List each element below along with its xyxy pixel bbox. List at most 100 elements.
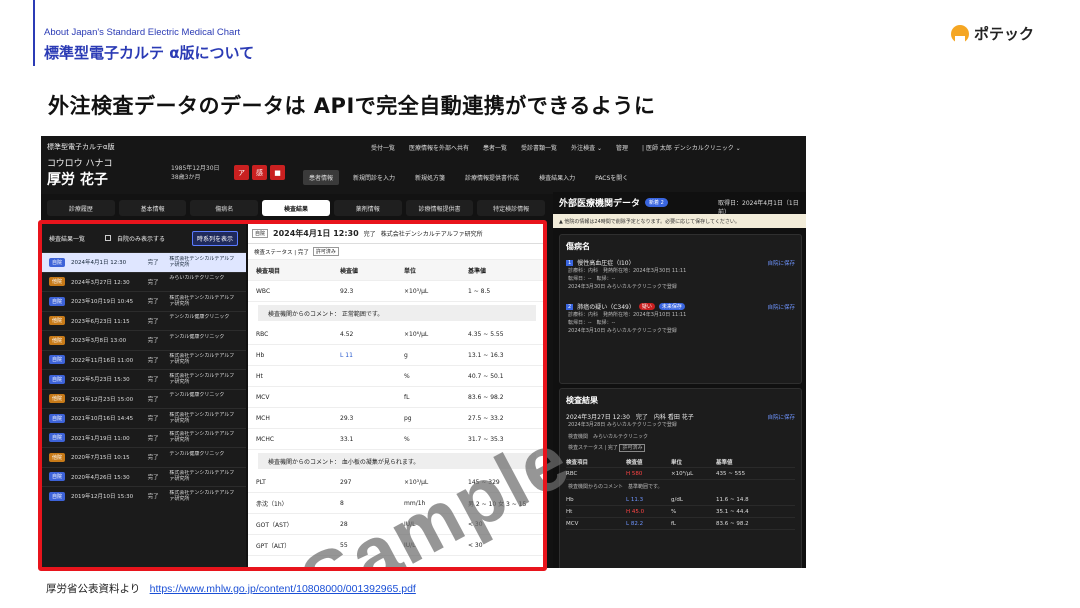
cell-unit: ×10⁶/μL (671, 470, 694, 477)
external-results-title: 検査結果 (566, 396, 598, 405)
cell-unit: % (671, 508, 677, 515)
external-warning: ▲ 他院の情報は24時間で削除予定となります。必要に応じて保存してください。 (553, 214, 806, 228)
dx-detail: 2024年3月30日 みらいカルテクリニックで登録 (568, 284, 677, 290)
cell-ref: 83.6 ~ 98.2 (716, 520, 749, 527)
tab-item[interactable]: 基本情報 (118, 200, 187, 216)
external-results-card: 検査結果 2024年3月27日 12:30 完了 内科 看田 花子 自院に保存 … (559, 388, 802, 568)
external-title-text: 外部医療機関データ (559, 199, 641, 209)
external-data-pane: 外部医療機関データ 新着 2 取得日：2024年4月1日（1日前） ▲ 他院の情… (553, 192, 806, 568)
cell-item: Ht (566, 508, 573, 515)
external-comment: 検査機関からのコメント 基準範囲です。 (568, 484, 663, 490)
accent-bar (33, 0, 35, 66)
dx-detail: 診療科：内科 発熱所在地：2024年3月30日 11:11 (568, 268, 687, 274)
patient-kana: コウロウ ハナコ (47, 159, 113, 169)
diagnosis-title: 傷病名 (566, 242, 590, 251)
subnav-item[interactable]: 診療情報提供書作成 (459, 170, 525, 185)
dx-number: 2 (566, 303, 574, 310)
external-result-chip: 許可済み (619, 444, 646, 452)
topnav-item[interactable]: 外注検査 ⌄ (571, 143, 602, 152)
external-result-date: 2024年3月27日 12:30 完了 内科 看田 花子 (566, 414, 694, 421)
footer-source: 厚労省公表資料より https://www.mhlw.go.jp/content… (46, 581, 416, 596)
cell-value: H 45.0 (626, 509, 671, 515)
diagnosis-row: 2 肺癌の疑い（C349） 疑い 未来保存 自院に保存 (566, 302, 795, 311)
slide-subtitle-jp: 標準型電子カルテ α版について (44, 44, 255, 62)
subnav-item[interactable]: 新規問診を入力 (347, 170, 401, 185)
cell-value: H 580 (626, 471, 671, 477)
dx-name: 慢性高血圧症（I10） (577, 260, 635, 267)
cell-ref: 435 ~ 555 (716, 470, 746, 477)
external-col-header: 検査値 (626, 459, 643, 466)
cell-item: RBC (566, 470, 578, 477)
cell-flag: H (626, 470, 631, 477)
patient-dob: 1985年12月30日 38歳3か月 (171, 165, 220, 181)
cell-item: Hb (566, 496, 574, 503)
cell-item: MCV (566, 520, 579, 527)
patient-tabs: 診療履歴 基本情報 傷病名 検査結果 薬剤情報 診療情報提供書 特定検診情報 (41, 198, 551, 218)
cell-ref: 11.6 ~ 14.8 (716, 496, 749, 503)
external-table-row: Ht H 45.0% 35.1 ~ 44.4 (566, 506, 795, 518)
dx-save-button[interactable]: 自院に保存 (767, 259, 795, 267)
topnav-item[interactable]: 医療情報を外部へ共有 (409, 143, 469, 152)
footer-link[interactable]: https://www.mhlw.go.jp/content/10808000/… (150, 583, 416, 595)
subnav-item[interactable]: PACSを開く (589, 170, 634, 185)
tab-item[interactable]: 薬剤情報 (333, 200, 402, 216)
topnav-item[interactable]: 患者一覧 (483, 143, 507, 152)
subnav-item[interactable]: 患者情報 (303, 170, 340, 185)
dx-detail: 転帰日：-- 転帰：-- (568, 320, 616, 326)
external-rows-2: Hb L 11.3 g/dL 11.6 ~ 14.8 Ht H 45.0% 35.1 ~ 4… (566, 494, 795, 530)
external-rows-1: RBC H 580 ×10⁶/μL 435 ~ 555 (566, 468, 795, 480)
tab-item[interactable]: 検査結果 (262, 200, 330, 216)
dx-pill: 疑い (638, 303, 655, 310)
subnav-item[interactable]: 新規処方箋 (409, 170, 451, 185)
cell-value: L 82.2 (626, 521, 671, 527)
patient-flag: ■ (270, 165, 285, 180)
footer-label: 厚労省公表資料より (46, 583, 141, 595)
external-result-status-row: 検査ステータス | 完了 許可済み (568, 444, 795, 452)
topnav-item[interactable]: 受付一覧 (371, 143, 395, 152)
slide-subtitle-en: About Japan's Standard Electric Medical … (44, 27, 241, 38)
top-navigation: 受付一覧 医療情報を外部へ共有 患者一覧 受診書類一覧 外注検査 ⌄ 管理 | 医師 太郎 … (371, 143, 741, 152)
external-col-header: 検査項目 (566, 459, 589, 466)
patient-flags: ア感 ■ (234, 165, 285, 180)
patient-flag: ア (234, 165, 249, 180)
external-result-org: 検査機関 みらいカルテクリニック (568, 434, 649, 440)
slide-headline: 外注検査データのデータは APIで完全自動連携ができるように (48, 94, 656, 118)
potech-logo: ポテック (951, 23, 1034, 44)
external-table-header: 検査項目 検査値 単位 基準値 (566, 456, 795, 468)
cell-value: L 11.3 (626, 497, 671, 503)
topnav-item[interactable]: 管理 (616, 143, 628, 152)
highlight-box (38, 220, 547, 571)
patient-name: 厚労 花子 (47, 172, 108, 188)
patient-flag: 感 (252, 165, 267, 180)
diagnosis-card: 傷病名 1 慢性高血圧症（I10） 自院に保存 診療科：内科 発熱所在地：2024年3… (559, 234, 802, 384)
tab-item[interactable]: 診療情報提供書 (405, 200, 474, 216)
logo-text: ポテック (974, 25, 1035, 43)
dx-save-button[interactable]: 自院に保存 (767, 303, 795, 311)
app-name: 標準型電子カルテα版 (47, 143, 115, 151)
slide: About Japan's Standard Electric Medical … (0, 0, 1080, 608)
cell-number: 580 (631, 470, 643, 477)
external-table-row: RBC H 580 ×10⁶/μL 435 ~ 555 (566, 468, 795, 480)
dx-number: 1 (566, 259, 574, 266)
tab-item[interactable]: 特定検診情報 (477, 200, 546, 216)
new-badge: 新着 2 (645, 198, 668, 207)
dx-name: 肺癌の疑い（C349） (577, 304, 635, 311)
tab-item[interactable]: 傷病名 (190, 200, 259, 216)
external-col-header: 基準値 (716, 459, 733, 466)
topnav-item[interactable]: | 医師 太郎 デンシカルクリニック ⌄ (642, 143, 741, 152)
app-topbar: 標準型電子カルテα版 コウロウ ハナコ 厚労 花子 1985年12月30日 38… (41, 136, 806, 194)
dx-pill: 未来保存 (658, 303, 685, 310)
tab-item[interactable]: 診療履歴 (47, 200, 115, 216)
cell-unit: g/dL (671, 496, 683, 503)
cell-flag: H (626, 508, 631, 515)
dx-detail: 転帰日：-- 転帰：-- (568, 276, 616, 282)
external-table-row: MCV L 82.2 fL 83.6 ~ 98.2 (566, 518, 795, 530)
subnav-item[interactable]: 検査結果入力 (533, 170, 581, 185)
external-table-row: Hb L 11.3 g/dL 11.6 ~ 14.8 (566, 494, 795, 506)
external-result-save[interactable]: 自院に保存 (767, 413, 795, 421)
topnav-item[interactable]: 受診書類一覧 (521, 143, 557, 152)
diagnosis-list: 1 慢性高血圧症（I10） 自院に保存 診療科：内科 発熱所在地：2024年3月30日… (566, 258, 795, 343)
external-col-header: 単位 (671, 459, 683, 466)
